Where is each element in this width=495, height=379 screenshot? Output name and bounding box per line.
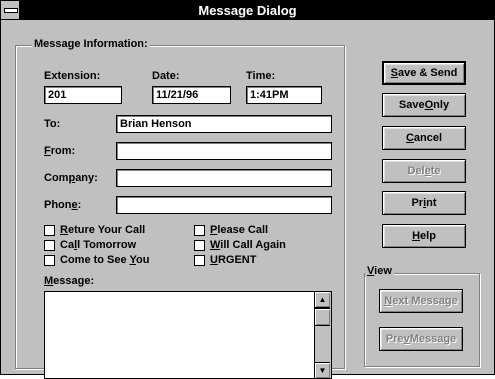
message-scrollbar[interactable]: ▲ ▼	[314, 292, 331, 378]
checkbox-label: URGENT	[210, 254, 257, 266]
checkbox-urgent[interactable]: URGENT	[194, 254, 256, 266]
message-textarea[interactable]: ▲ ▼	[44, 291, 332, 379]
cancel-button[interactable]: Cancel	[382, 126, 466, 150]
save-and-send-button[interactable]: Save & Send	[382, 61, 466, 85]
view-group-label: View	[365, 265, 394, 277]
company-label: Company:	[44, 172, 98, 184]
save-only-button[interactable]: Save Only	[382, 93, 466, 117]
print-button[interactable]: Pr i nt	[382, 191, 466, 215]
checkbox-will-call-again[interactable]: Will Call Again	[194, 239, 286, 251]
checkbox-box[interactable]	[194, 239, 205, 251]
time-label: Time:	[246, 70, 276, 82]
prev-message-button[interactable]: Pre v Message	[379, 327, 463, 351]
view-group	[364, 273, 480, 367]
message-information-label: Message Information:	[32, 38, 150, 50]
checkbox-box[interactable]	[44, 239, 55, 251]
checkbox-box[interactable]	[194, 224, 205, 236]
scroll-up-icon[interactable]: ▲	[315, 292, 330, 308]
from-field[interactable]	[116, 142, 332, 160]
checkbox-call-tomorrow[interactable]: Call Tomorrow	[44, 239, 136, 251]
phone-field[interactable]	[116, 196, 332, 214]
date-label: Date:	[152, 70, 180, 82]
checkbox-label: Will Call Again	[210, 239, 286, 251]
time-field[interactable]: 1:41PM	[246, 86, 322, 104]
company-field[interactable]	[116, 169, 332, 187]
message-dialog-window: Message Dialog Message Information: Exte…	[0, 0, 495, 379]
to-label: To:	[44, 118, 61, 130]
date-field[interactable]: 11/21/96	[152, 86, 231, 104]
checkbox-box[interactable]	[194, 254, 205, 266]
extension-field[interactable]: 201	[44, 86, 122, 104]
checkbox-label: Please Call	[210, 224, 269, 236]
checkbox-please-call[interactable]: Please Call	[194, 224, 268, 236]
next-message-button[interactable]: Next Message	[379, 289, 463, 313]
dialog-client-area: Message Information: Extension: 201 Date…	[3, 21, 493, 379]
phone-label: Phone:	[44, 199, 82, 211]
from-label: From:	[44, 145, 76, 157]
checkbox-box[interactable]	[44, 224, 55, 236]
scroll-thumb[interactable]	[315, 308, 330, 326]
help-button[interactable]: Help	[382, 224, 466, 248]
checkbox-return-call[interactable]: Reture Your Call	[44, 224, 145, 236]
to-field[interactable]: Brian Henson	[116, 115, 332, 133]
message-label: Message:	[44, 275, 95, 287]
checkbox-label: Call Tomorrow	[60, 239, 137, 251]
delete-button[interactable]: Del e te	[382, 159, 466, 183]
extension-label: Extension:	[44, 70, 101, 82]
checkbox-come-to-see[interactable]: Come to See You	[44, 254, 149, 266]
title-bar[interactable]: Message Dialog	[1, 1, 494, 20]
checkbox-label: Reture Your Call	[60, 224, 146, 236]
scroll-down-icon[interactable]: ▼	[315, 362, 330, 378]
window-title: Message Dialog	[198, 3, 297, 18]
checkbox-box[interactable]	[44, 254, 55, 266]
checkbox-label: Come to See You	[60, 254, 150, 266]
